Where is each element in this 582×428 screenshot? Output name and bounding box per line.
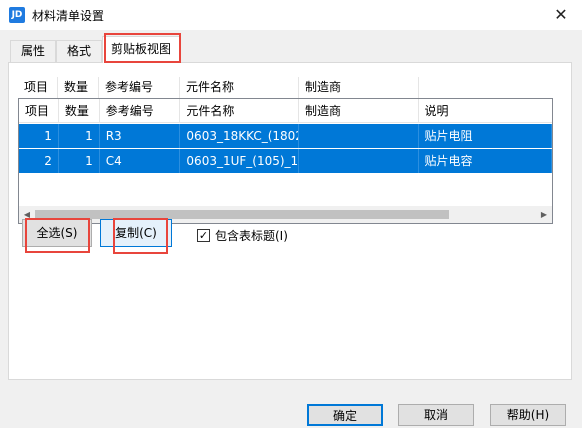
tab-format[interactable]: 格式 xyxy=(56,40,102,62)
app-icon: JD xyxy=(9,7,25,23)
table-row[interactable]: 1 1 R3 0603_18KKC_(1802 贴片电阻 xyxy=(19,124,552,148)
list-header: 项目 数量 参考编号 元件名称 制造商 说明 xyxy=(19,99,552,123)
row-qty: 1 xyxy=(59,124,100,148)
scrollbar-corner xyxy=(552,206,553,223)
preview-col-empty xyxy=(419,77,553,98)
include-header-checkbox[interactable]: ✓ xyxy=(197,228,210,242)
preview-col-ref: 参考编号 xyxy=(99,77,180,98)
row-item: 1 xyxy=(19,124,59,148)
include-header-option[interactable]: ✓ 包含表标题(I) xyxy=(197,227,288,243)
preview-col-item: 项目 xyxy=(18,77,58,98)
tab-properties[interactable]: 属性 xyxy=(10,40,56,62)
col-header-qty[interactable]: 数量 xyxy=(59,99,100,122)
select-all-button[interactable]: 全选(S) xyxy=(22,219,92,247)
tab-clipboard-view[interactable]: 剪贴板视图 xyxy=(102,36,180,63)
preview-col-part: 元件名称 xyxy=(180,77,299,98)
row-qty: 1 xyxy=(59,149,100,173)
scroll-down-icon[interactable]: ▼ xyxy=(552,189,553,203)
dialog-client: 属性 格式 剪贴板视图 项目 数量 参考编号 元件名称 制造商 项目 数量 参考… xyxy=(0,30,582,428)
copy-button[interactable]: 复制(C) xyxy=(100,219,172,247)
row-ref: C4 xyxy=(100,149,181,173)
horizontal-scrollbar[interactable]: ◀ ▶ xyxy=(19,206,552,223)
row-part: 0603_1UF_(105)_10 xyxy=(180,149,299,173)
preview-col-qty: 数量 xyxy=(58,77,99,98)
row-item: 2 xyxy=(19,149,59,173)
clipboard-list[interactable]: 项目 数量 参考编号 元件名称 制造商 说明 1 1 R3 0603_18KKC… xyxy=(18,98,553,224)
scroll-right-icon[interactable]: ▶ xyxy=(538,206,550,223)
col-header-desc[interactable]: 说明 xyxy=(419,99,552,122)
preview-col-mfr: 制造商 xyxy=(299,77,419,98)
clipboard-preview-header: 项目 数量 参考编号 元件名称 制造商 xyxy=(18,77,553,98)
row-ref: R3 xyxy=(100,124,181,148)
col-header-item[interactable]: 项目 xyxy=(19,99,59,122)
row-mfr xyxy=(299,149,419,173)
row-desc: 贴片电阻 xyxy=(419,124,552,148)
include-header-label: 包含表标题(I) xyxy=(215,228,288,243)
col-header-part[interactable]: 元件名称 xyxy=(180,99,299,122)
cancel-button[interactable]: 取消 xyxy=(398,404,474,426)
row-desc: 贴片电容 xyxy=(419,149,552,173)
horizontal-scroll-thumb[interactable] xyxy=(35,210,449,219)
ok-button[interactable]: 确定 xyxy=(307,404,383,426)
vertical-scrollbar[interactable]: ▲ ▼ xyxy=(552,123,553,206)
table-row[interactable]: 2 1 C4 0603_1UF_(105)_10 贴片电容 xyxy=(19,149,552,173)
scroll-up-icon[interactable]: ▲ xyxy=(552,125,553,139)
row-part: 0603_18KKC_(1802 xyxy=(180,124,299,148)
close-icon[interactable]: ✕ xyxy=(546,3,576,27)
help-button[interactable]: 帮助(H) xyxy=(490,404,566,426)
window-title: 材料清单设置 xyxy=(32,9,105,23)
title-bar: JD 材料清单设置 ✕ xyxy=(0,0,582,30)
col-header-ref[interactable]: 参考编号 xyxy=(100,99,181,122)
row-mfr xyxy=(299,124,419,148)
col-header-mfr[interactable]: 制造商 xyxy=(299,99,419,122)
